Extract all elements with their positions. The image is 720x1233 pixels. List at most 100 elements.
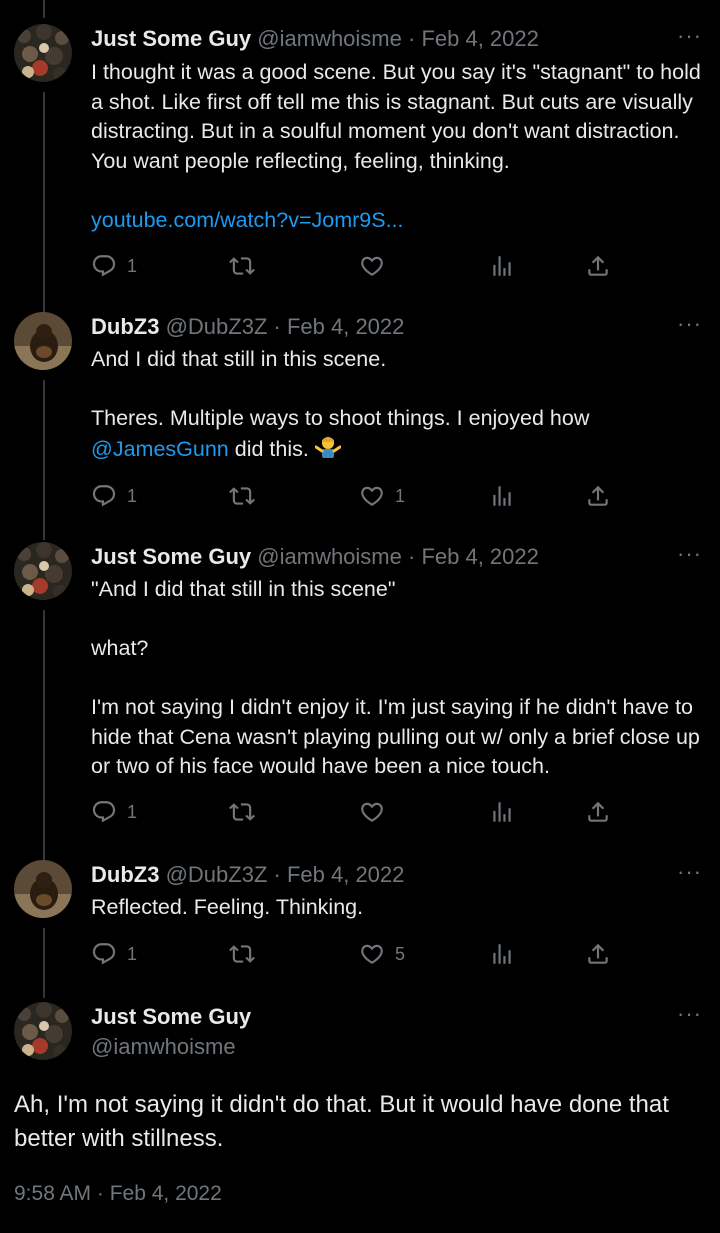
avatar[interactable] <box>14 542 72 600</box>
display-name[interactable]: Just Some Guy <box>91 1004 251 1029</box>
tweet-date[interactable]: Feb 4, 2022 <box>421 26 538 51</box>
thread-line-4 <box>43 928 45 998</box>
share-icon <box>585 253 611 279</box>
retweet-icon <box>229 253 255 279</box>
tweet-paragraph-end: did this. <box>234 436 309 461</box>
reply-icon <box>91 483 117 509</box>
tweet-header: Just Some Guy @iamwhoisme · Feb 4, 2022 <box>91 542 539 572</box>
reply-button[interactable]: 1 <box>91 798 137 826</box>
views-icon <box>489 941 515 967</box>
tweet-header: Just Some Guy <box>91 1002 251 1032</box>
tweet-text: I thought it was a good scene. But you s… <box>91 58 706 235</box>
tweet-paragraph: Reflected. Feeling. Thinking. <box>91 895 364 919</box>
share-button[interactable] <box>585 482 611 510</box>
more-icon[interactable]: ··· <box>677 1003 702 1025</box>
like-button[interactable]: 5 <box>359 940 405 968</box>
tweet-header: DubZ3 @DubZ3Z · Feb 4, 2022 <box>91 312 404 342</box>
user-handle[interactable]: @DubZ3Z <box>166 314 268 339</box>
reply-count: 1 <box>127 801 138 822</box>
like-icon <box>359 253 385 279</box>
mention-link[interactable]: @JamesGunn <box>91 437 229 461</box>
display-name[interactable]: DubZ3 <box>91 862 159 887</box>
retweet-icon <box>229 799 255 825</box>
tweet-date[interactable]: Feb 4, 2022 <box>287 862 404 887</box>
more-icon[interactable]: ··· <box>677 861 702 883</box>
tweet-paragraph: I'm not saying I didn't enjoy it. I'm ju… <box>91 695 700 778</box>
share-button[interactable] <box>585 252 611 280</box>
share-icon <box>585 799 611 825</box>
tweet-paragraph: And I did that still in this scene. <box>91 347 387 371</box>
user-handle[interactable]: @iamwhoisme <box>257 26 402 51</box>
views-button[interactable] <box>489 252 515 280</box>
retweet-icon <box>229 483 255 509</box>
avatar[interactable] <box>14 1002 72 1060</box>
tweet-header: Just Some Guy @iamwhoisme · Feb 4, 2022 <box>91 24 539 54</box>
thread-line-3 <box>43 610 45 860</box>
tweet-paragraph: Theres. Multiple ways to shoot things. I… <box>91 406 590 430</box>
share-icon <box>585 483 611 509</box>
tweet-date[interactable]: Feb 4, 2022 <box>287 314 404 339</box>
views-icon <box>489 253 515 279</box>
views-button[interactable] <box>489 940 515 968</box>
retweet-button[interactable] <box>229 252 255 280</box>
tweet-text: And I did that still in this scene. Ther… <box>91 345 706 464</box>
tweet-paragraph: what? <box>91 636 149 660</box>
tweet-text: "And I did that still in this scene" wha… <box>91 575 706 782</box>
tweet-actions: 1 <box>91 798 631 826</box>
display-name[interactable]: Just Some Guy <box>91 26 251 51</box>
views-icon <box>489 483 515 509</box>
reply-icon <box>91 941 117 967</box>
user-handle[interactable]: @iamwhoisme <box>91 1034 236 1059</box>
tweet-paragraph: I thought it was a good scene. But you s… <box>91 60 701 173</box>
retweet-icon <box>229 941 255 967</box>
share-button[interactable] <box>585 940 611 968</box>
reply-icon <box>91 799 117 825</box>
reply-button[interactable]: 1 <box>91 252 137 280</box>
thread-line-top <box>43 0 45 18</box>
retweet-button[interactable] <box>229 940 255 968</box>
views-button[interactable] <box>489 798 515 826</box>
reply-button[interactable]: 1 <box>91 940 137 968</box>
man-shrugging-emoji <box>314 436 341 458</box>
like-icon <box>359 483 385 509</box>
like-button[interactable] <box>359 252 395 280</box>
reply-icon <box>91 253 117 279</box>
tweet-actions: 1 <box>91 252 631 280</box>
tweet-header: DubZ3 @DubZ3Z · Feb 4, 2022 <box>91 860 404 890</box>
main-tweet-text: Ah, I'm not saying it didn't do that. Bu… <box>14 1091 669 1152</box>
reply-count: 1 <box>127 943 138 964</box>
share-button[interactable] <box>585 798 611 826</box>
avatar[interactable] <box>14 312 72 370</box>
reply-count: 1 <box>127 255 138 276</box>
tweet-handle-row: @iamwhoisme <box>91 1032 236 1062</box>
user-handle[interactable]: @iamwhoisme <box>257 544 402 569</box>
views-icon <box>489 799 515 825</box>
like-icon <box>359 941 385 967</box>
separator: · <box>273 314 281 339</box>
like-button[interactable]: 1 <box>359 482 405 510</box>
reply-button[interactable]: 1 <box>91 482 137 510</box>
reply-count: 1 <box>127 485 138 506</box>
avatar[interactable] <box>14 24 72 82</box>
more-icon[interactable]: ··· <box>677 543 702 565</box>
tweet-link[interactable]: youtube.com/watch?v=Jomr9S... <box>91 208 404 232</box>
more-icon[interactable]: ··· <box>677 25 702 47</box>
tweet-text: Reflected. Feeling. Thinking. <box>91 893 706 923</box>
retweet-button[interactable] <box>229 482 255 510</box>
display-name[interactable]: DubZ3 <box>91 314 159 339</box>
tweet-actions: 1 5 <box>91 940 631 968</box>
more-icon[interactable]: ··· <box>677 313 702 335</box>
like-count: 1 <box>395 485 406 506</box>
like-icon <box>359 799 385 825</box>
user-handle[interactable]: @DubZ3Z <box>166 862 268 887</box>
share-icon <box>585 941 611 967</box>
separator: · <box>273 862 281 887</box>
tweet-timestamp[interactable]: 9:58 AM · Feb 4, 2022 <box>14 1182 222 1206</box>
like-button[interactable] <box>359 798 395 826</box>
views-button[interactable] <box>489 482 515 510</box>
display-name[interactable]: Just Some Guy <box>91 544 251 569</box>
thread-line-2 <box>43 380 45 540</box>
tweet-date[interactable]: Feb 4, 2022 <box>421 544 538 569</box>
avatar[interactable] <box>14 860 72 918</box>
retweet-button[interactable] <box>229 798 255 826</box>
